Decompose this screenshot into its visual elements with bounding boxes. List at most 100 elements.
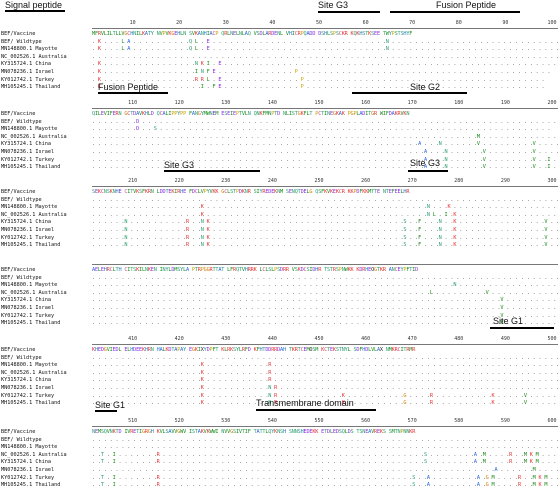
residue: . [553,204,556,210]
ruler-tick-label: 250 [314,178,323,184]
sequence-row: MN078236.1 Israel. K . . . . . . . . . .… [0,69,560,77]
region-annotation: Site G3 [318,0,348,10]
sequence-label: MN148800.1 Mayotte [1,46,91,54]
ruler-tick-label: 110 [128,100,137,106]
residue: D [415,267,418,273]
sequence-residues: . . . . . . . . . . . . . . . . . . . . … [92,197,558,205]
residue: . [553,61,556,67]
ruler-tick-label: 140 [268,100,277,106]
ruler-tick-label: 190 [501,100,510,106]
sequence-row: MN148800.1 Mayotte. . . . . . . .D . . S… [0,126,560,134]
sequence-row: BEF/ Wildtype. . . . . . . . . . . . . .… [0,197,560,205]
sequence-residues: . . . . . . . . . . . . . . . . . . . . … [92,305,558,313]
sequence-residues: . . . . . .N . . . . . . . . . .R . .N K… [92,227,558,235]
sequence-residues: . . . . . . . . . . . . . . . . . . . . … [92,282,558,290]
ruler-tick-label: 150 [314,100,323,106]
ruler-tick-label: 220 [175,178,184,184]
sequence-label: NC_002526.1 Australia [1,54,91,62]
region-bar [5,10,65,12]
ruler-tick-label: 260 [361,178,370,184]
sequence-label: BEF/ Wildtype [1,275,91,283]
sequence-residues: MFRVLILTLLVGCHNILKATY NVPVKGEHLN SVKANHI… [92,31,558,39]
sequence-label: NC_002526.1 Australia [1,290,91,298]
sequence-residues: . . . . . . . . . . . . . . . . . . . . … [92,54,558,62]
ruler-tick-label: 160 [361,100,370,106]
sequence-row: MN148800.1 Mayotte. . . . . . . . . . . … [0,282,560,290]
ruler-line [92,108,558,109]
residue: . [556,46,558,52]
sequence-row: KY315724.1 China. . . . . .N . . . . . .… [0,219,560,227]
sequence-label: BEF/ Wildtype [1,39,91,47]
residue: . [556,227,558,233]
ruler-tick-label: 50 [316,20,322,26]
sequence-row: BEF/VaccineQILEVIFERN GCTDAVKHLD QCALIPP… [0,111,560,119]
ruler-tick-label: 40 [269,20,275,26]
sequence-residues: . . . . . . . . . . . . . . . . . . . . … [92,275,558,283]
position-ruler: 210220230240250260270280290300 [92,176,558,188]
residue: . [556,149,558,155]
region-annotation: Signal peptide [5,0,62,10]
residue [556,305,558,311]
sequence-label: KY315724.1 China [1,219,91,227]
sequence-row: BEF/ Wildtype. . . . . . . . . . . . . .… [0,275,560,283]
block-header: Fusion PeptideSite G21101201301401501601… [0,80,560,110]
alignment-block: BEF/VaccineAELEHRCLTH CITSKILNKEN INYLDM… [0,236,560,316]
alignment-block: Signal peptideSite G3Fusion Peptide10203… [0,0,560,80]
block-header: Site G3Site G321022023024025026027028029… [0,158,560,188]
sequence-label: MN078236.1 Israel [1,69,91,77]
ruler-tick-label: 300 [547,178,556,184]
sequence-residues: . . . . . . . . . . . . . . . . . . .K .… [92,212,558,220]
sequence-row: KY315724.1 China. . . . . . . . . . . . … [0,141,560,149]
ruler-tick-label: 20 [176,20,182,26]
residue: . [556,275,558,281]
sequence-label: KY315724.1 China [1,297,91,305]
sequence-row: KY315724.1 China. K . . . . . . . . . . … [0,61,560,69]
ruler-tick-label: 170 [408,100,417,106]
residue: N [406,111,409,117]
sequence-residues: . K . . . . . . . . . . . . . . . .I N F… [92,69,558,77]
sequence-row: NC_002526.1 Australia. . . . . . . . . .… [0,54,560,62]
sequence-residues: . . . . . . . . . . . . . . . . . . . . … [92,134,558,142]
sequence-residues: . K . . . L A . . . . . . . . . .Q L . E… [92,46,558,54]
residue: . [556,219,558,225]
sequence-residues: . K . . . . . . . . . . . . . . . .N K I… [92,61,558,69]
sequence-label: MN078236.1 Israel [1,149,91,157]
residue [556,297,558,303]
ruler-line [92,186,558,187]
sequence-residues: AELEHRCLTH CITSKILNKEN INYLDMSYLA PTRPGG… [92,267,558,275]
ruler-tick-label: 230 [221,178,230,184]
residue: R [406,189,409,195]
sequence-residues: . . . . . . . .D . . . . . . . . . . . .… [92,119,558,127]
ruler-tick-label: 200 [547,100,556,106]
sequence-row: BEF/VaccineAELEHRCLTH CITSKILNKEN INYLDM… [0,267,560,275]
residue: . [556,290,558,296]
sequence-label: MN148800.1 Mayotte [1,204,91,212]
sequence-row: MN148800.1 Mayotte. . . . . . . . . . . … [0,204,560,212]
sequence-label: MN148800.1 Mayotte [1,282,91,290]
sequence-row: BEF/VaccineSEKCNSKNHE CITVKSFKRN LDDTEKI… [0,189,560,197]
residue: . [556,197,558,203]
sequence-label: KY315724.1 China [1,61,91,69]
ruler-line [92,28,558,29]
sequence-residues: . . . . . . . .D . . S . . . . . . . . .… [92,126,558,134]
sequence-residues: . . . . . . . . . . . . . . . . . . .K .… [92,204,558,212]
sequence-residues: . . . . . . . . . . . . . . . . . . . . … [92,290,558,298]
residue [556,282,558,288]
sequence-row: BEF/VaccineMFRVLILTLLVGCHNILKATY NVPVKGE… [0,31,560,39]
ruler-tick-label: 10 [130,20,136,26]
sequence-label: BEF/Vaccine [1,31,91,39]
ruler-tick-label: 120 [175,100,184,106]
region-annotation: Fusion Peptide [436,0,496,10]
region-bar [390,11,520,13]
block-header: Signal peptideSite G3Fusion Peptide10203… [0,0,560,30]
ruler-tick-label: 100 [547,20,556,26]
sequence-row: MN078236.1 Israel. . . . . . . . . . . .… [0,149,560,157]
alignment-block: Site G3Site G321022023024025026027028029… [0,158,560,238]
residue: . [556,141,558,147]
sequence-residues: QILEVIFERN GCTDAVKHLD QCALIPPYPP FANGYMW… [92,111,558,119]
sequence-label: MN078236.1 Israel [1,305,91,313]
region-bar [318,11,380,13]
residue: F [409,31,412,37]
ruler-tick-label: 130 [221,100,230,106]
sequence-label: MN078236.1 Israel [1,227,91,235]
